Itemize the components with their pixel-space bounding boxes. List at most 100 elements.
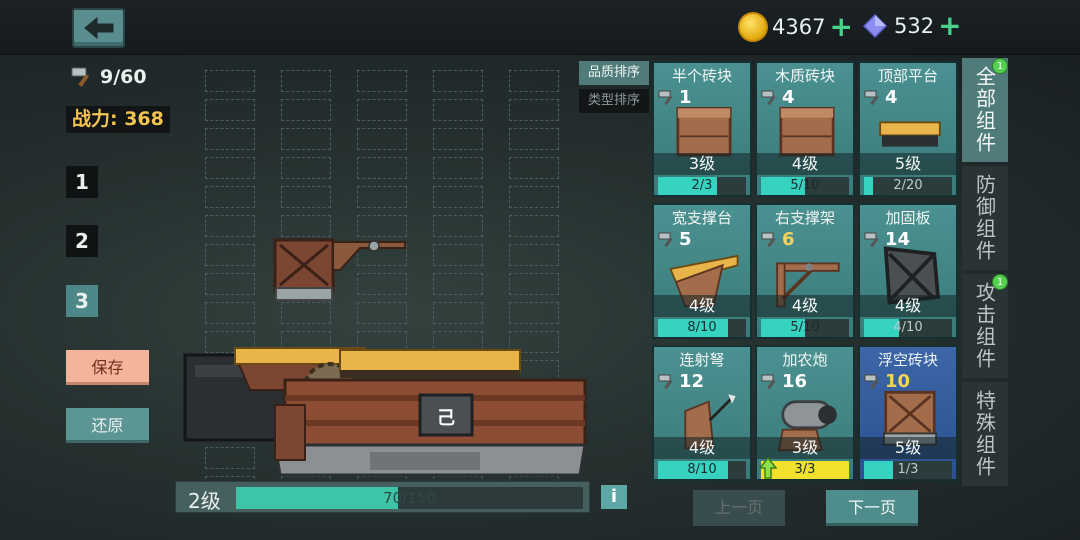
grid-cell[interactable] [433, 157, 483, 179]
card-level: 4级 [757, 153, 853, 175]
card-progress-bar: 8/10 [658, 319, 746, 337]
grid-cell[interactable] [433, 70, 483, 92]
power-rating: 战力: 368 [66, 106, 170, 133]
card-level: 3级 [757, 437, 853, 459]
upgrade-arrow-icon [759, 457, 777, 479]
gold-currency: 4367 + [738, 12, 853, 42]
card-name: 宽支撑台 [671, 209, 732, 227]
hammer-icon [71, 67, 90, 87]
sort-by-quality-button[interactable]: 品质排序 [579, 61, 649, 85]
diamond-icon [862, 13, 888, 39]
grid-cell[interactable] [357, 157, 407, 179]
grid-cell[interactable] [281, 157, 331, 179]
card-progress-bar: 8/10 [658, 461, 746, 479]
grid-cell[interactable] [509, 157, 559, 179]
card-progress-text: 1/3 [897, 462, 919, 477]
card-level: 4级 [654, 295, 750, 317]
component-card[interactable]: 加农炮 16 3级 3/3 [755, 345, 855, 481]
gold-amount: 4367 [772, 15, 826, 39]
cabin-symbol: 己 [437, 408, 455, 429]
sort-by-type-button[interactable]: 类型排序 [579, 89, 649, 113]
next-page-button[interactable]: 下一页 [826, 490, 918, 526]
gem-amount: 532 [894, 14, 935, 38]
grid-cell[interactable] [205, 70, 255, 92]
card-progress-bar: 5/10 [761, 319, 849, 337]
prev-page-button[interactable]: 上一页 [693, 490, 785, 526]
vehicle-preview[interactable]: 己 [180, 230, 600, 480]
add-gold-button[interactable]: + [829, 13, 852, 41]
component-card[interactable]: 浮空砖块 10 5级 1/3 [858, 345, 958, 481]
grid-cell[interactable] [205, 99, 255, 121]
grid-cell[interactable] [433, 99, 483, 121]
grid-cell[interactable] [433, 128, 483, 150]
reset-button[interactable]: 还原 [66, 408, 149, 443]
card-progress-text: 4/10 [893, 320, 923, 335]
card-progress-bar: 2/20 [864, 177, 952, 195]
card-name: 加固板 [885, 209, 931, 227]
card-progress-bar: 4/10 [864, 319, 952, 337]
grid-cell[interactable] [357, 70, 407, 92]
grid-cell[interactable] [433, 186, 483, 208]
grid-cell[interactable] [205, 128, 255, 150]
back-button[interactable] [72, 8, 125, 48]
card-level: 4级 [757, 295, 853, 317]
card-level: 4级 [654, 437, 750, 459]
info-button[interactable]: i [601, 485, 627, 509]
grid-cell[interactable] [281, 186, 331, 208]
grid-cell[interactable] [357, 186, 407, 208]
component-card[interactable]: 顶部平台 4 5级 2/20 [858, 61, 958, 197]
component-card[interactable]: 宽支撑台 5 4级 8/10 [652, 203, 752, 339]
card-progress-text: 5/10 [790, 178, 820, 193]
slot-1-button[interactable]: 1 [66, 166, 98, 198]
gem-currency: 532 + [862, 12, 962, 40]
card-progress-text: 5/10 [790, 320, 820, 335]
card-name: 木质砖块 [774, 67, 835, 85]
card-level: 5级 [860, 153, 956, 175]
card-progress-text: 2/3 [691, 178, 713, 193]
grid-cell[interactable] [357, 128, 407, 150]
grid-cell[interactable] [205, 157, 255, 179]
card-name: 连射弩 [679, 351, 725, 369]
vehicle-level: 2级 [188, 489, 221, 513]
tab-defense[interactable]: 防御组件 [962, 166, 1008, 270]
card-progress-text: 2/20 [893, 178, 923, 193]
card-progress-bar: 1/3 [864, 461, 952, 479]
card-progress-bar: 5/10 [761, 177, 849, 195]
card-level: 5级 [860, 437, 956, 459]
card-level: 3级 [654, 153, 750, 175]
component-card[interactable]: 木质砖块 4 4级 5/10 [755, 61, 855, 197]
tab-label: 防御组件 [972, 174, 997, 262]
save-button[interactable]: 保存 [66, 350, 149, 385]
card-name: 右支撑架 [774, 209, 835, 227]
grid-cell[interactable] [509, 128, 559, 150]
grid-cell[interactable] [281, 128, 331, 150]
add-gems-button[interactable]: + [938, 12, 961, 40]
gold-coin-icon [738, 12, 768, 42]
grid-cell[interactable] [281, 70, 331, 92]
card-progress-text: 8/10 [687, 462, 717, 477]
slot-3-button[interactable]: 3 [66, 285, 98, 317]
card-name: 加农炮 [782, 351, 828, 369]
component-card[interactable]: 连射弩 12 4级 8/10 [652, 345, 752, 481]
top-bar: 4367 + 532 + [0, 0, 1080, 55]
xp-track: 70/150 [236, 487, 583, 509]
component-card[interactable]: 加固板 14 4级 4/10 [858, 203, 958, 339]
vehicle-level-bar: 2级 70/150 [175, 481, 590, 513]
tab-label: 全部组件 [972, 66, 997, 154]
tab-special[interactable]: 特殊组件 [962, 382, 1008, 486]
grid-cell[interactable] [509, 70, 559, 92]
component-card[interactable]: 半个砖块 1 3级 2/3 [652, 61, 752, 197]
card-name: 顶部平台 [877, 67, 938, 85]
card-progress-bar: 2/3 [658, 177, 746, 195]
grid-cell[interactable] [509, 99, 559, 121]
tab-label: 特殊组件 [972, 390, 997, 478]
card-progress-text: 8/10 [687, 320, 717, 335]
grid-cell[interactable] [509, 186, 559, 208]
floating-crate-part[interactable] [273, 238, 406, 301]
grid-cell[interactable] [205, 186, 255, 208]
component-card[interactable]: 右支撑架 6 4级 5/10 [755, 203, 855, 339]
slot-2-button[interactable]: 2 [66, 225, 98, 257]
grid-cell[interactable] [357, 99, 407, 121]
card-level: 4级 [860, 295, 956, 317]
grid-cell[interactable] [281, 99, 331, 121]
